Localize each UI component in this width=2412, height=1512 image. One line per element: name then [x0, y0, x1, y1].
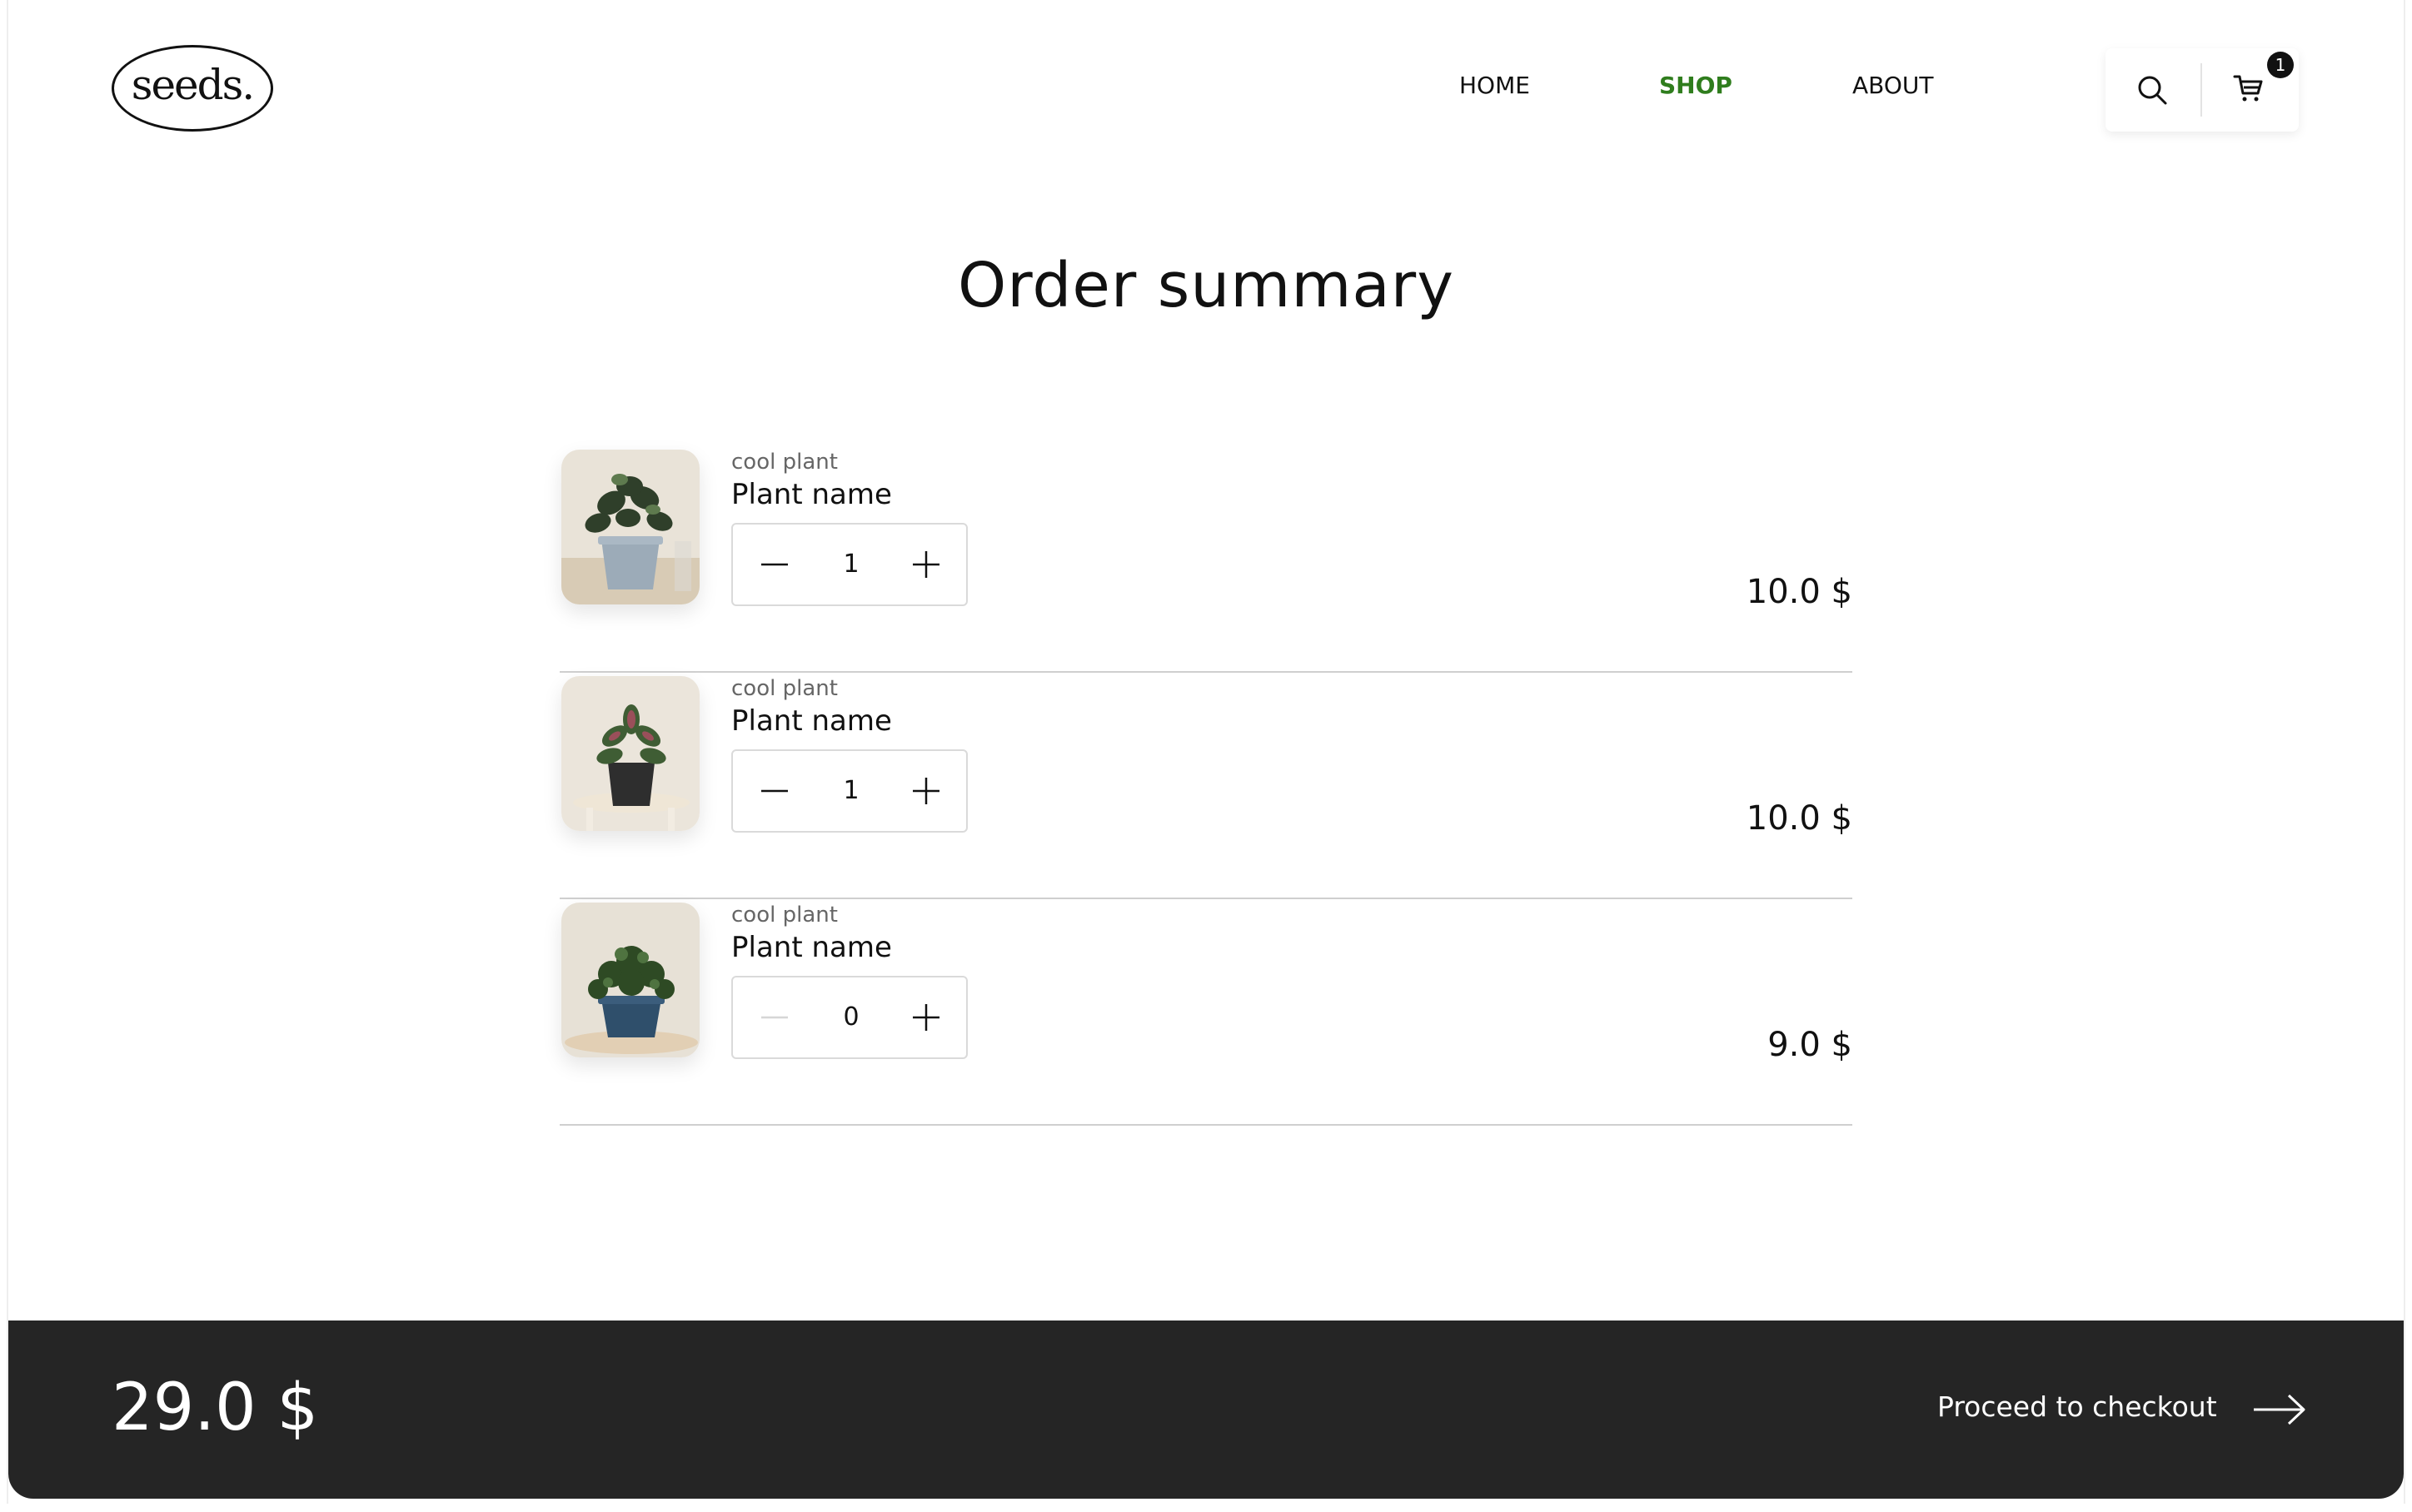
quantity-stepper: 1: [731, 749, 968, 833]
arrow-right-icon: [2254, 1394, 2305, 1425]
header-actions-divider: [2200, 63, 2202, 117]
item-name: Plant name: [731, 478, 892, 511]
plus-icon[interactable]: [906, 997, 946, 1037]
page-title: Order summary: [957, 250, 1454, 321]
checkout-bar: 29.0 $ Proceed to checkout: [8, 1321, 2404, 1499]
order-item: cool plant Plant name 1 10.0 $: [560, 446, 1852, 673]
cart-icon[interactable]: [2232, 72, 2265, 105]
item-price: 10.0 $: [1746, 573, 1852, 611]
proceed-to-checkout-button[interactable]: Proceed to checkout: [1937, 1382, 2305, 1437]
quantity-value[interactable]: 1: [808, 525, 895, 604]
plus-icon[interactable]: [906, 771, 946, 811]
minus-icon[interactable]: [755, 545, 795, 584]
order-total: 29.0 $: [112, 1370, 319, 1445]
quantity-stepper: 0: [731, 976, 968, 1059]
checkout-label: Proceed to checkout: [1937, 1390, 2217, 1423]
item-name: Plant name: [731, 704, 892, 738]
order-items-list: cool plant Plant name 1 10.0 $ cool plan…: [560, 446, 1852, 1126]
product-image-calathea[interactable]: [561, 676, 700, 831]
cart-count-badge: 1: [2267, 52, 2294, 78]
order-item: cool plant Plant name 1 10.0 $: [560, 673, 1852, 899]
product-image-peperomia[interactable]: [561, 450, 700, 604]
logo[interactable]: seeds.: [112, 45, 273, 132]
item-subtitle: cool plant: [731, 450, 838, 475]
quantity-stepper: 1: [731, 523, 968, 606]
nav-home[interactable]: HOME: [1459, 72, 1530, 99]
minus-icon-disabled[interactable]: [755, 997, 795, 1037]
item-subtitle: cool plant: [731, 676, 838, 701]
order-item: cool plant Plant name 0 9.0 $: [560, 899, 1852, 1126]
quantity-value[interactable]: 1: [808, 751, 895, 831]
page: seeds. HOME SHOP ABOUT 1 Order summary c…: [0, 0, 2412, 1512]
item-price: 9.0 $: [1767, 1026, 1852, 1064]
product-image-pilea[interactable]: [561, 903, 700, 1057]
item-price: 10.0 $: [1746, 799, 1852, 838]
nav-shop[interactable]: SHOP: [1659, 72, 1732, 99]
quantity-value[interactable]: 0: [808, 977, 895, 1057]
nav-about[interactable]: ABOUT: [1852, 72, 1934, 99]
search-icon[interactable]: [2135, 73, 2169, 107]
item-subtitle: cool plant: [731, 903, 838, 928]
minus-icon[interactable]: [755, 771, 795, 811]
item-name: Plant name: [731, 931, 892, 964]
logo-text: seeds.: [131, 61, 255, 109]
plus-icon[interactable]: [906, 545, 946, 584]
